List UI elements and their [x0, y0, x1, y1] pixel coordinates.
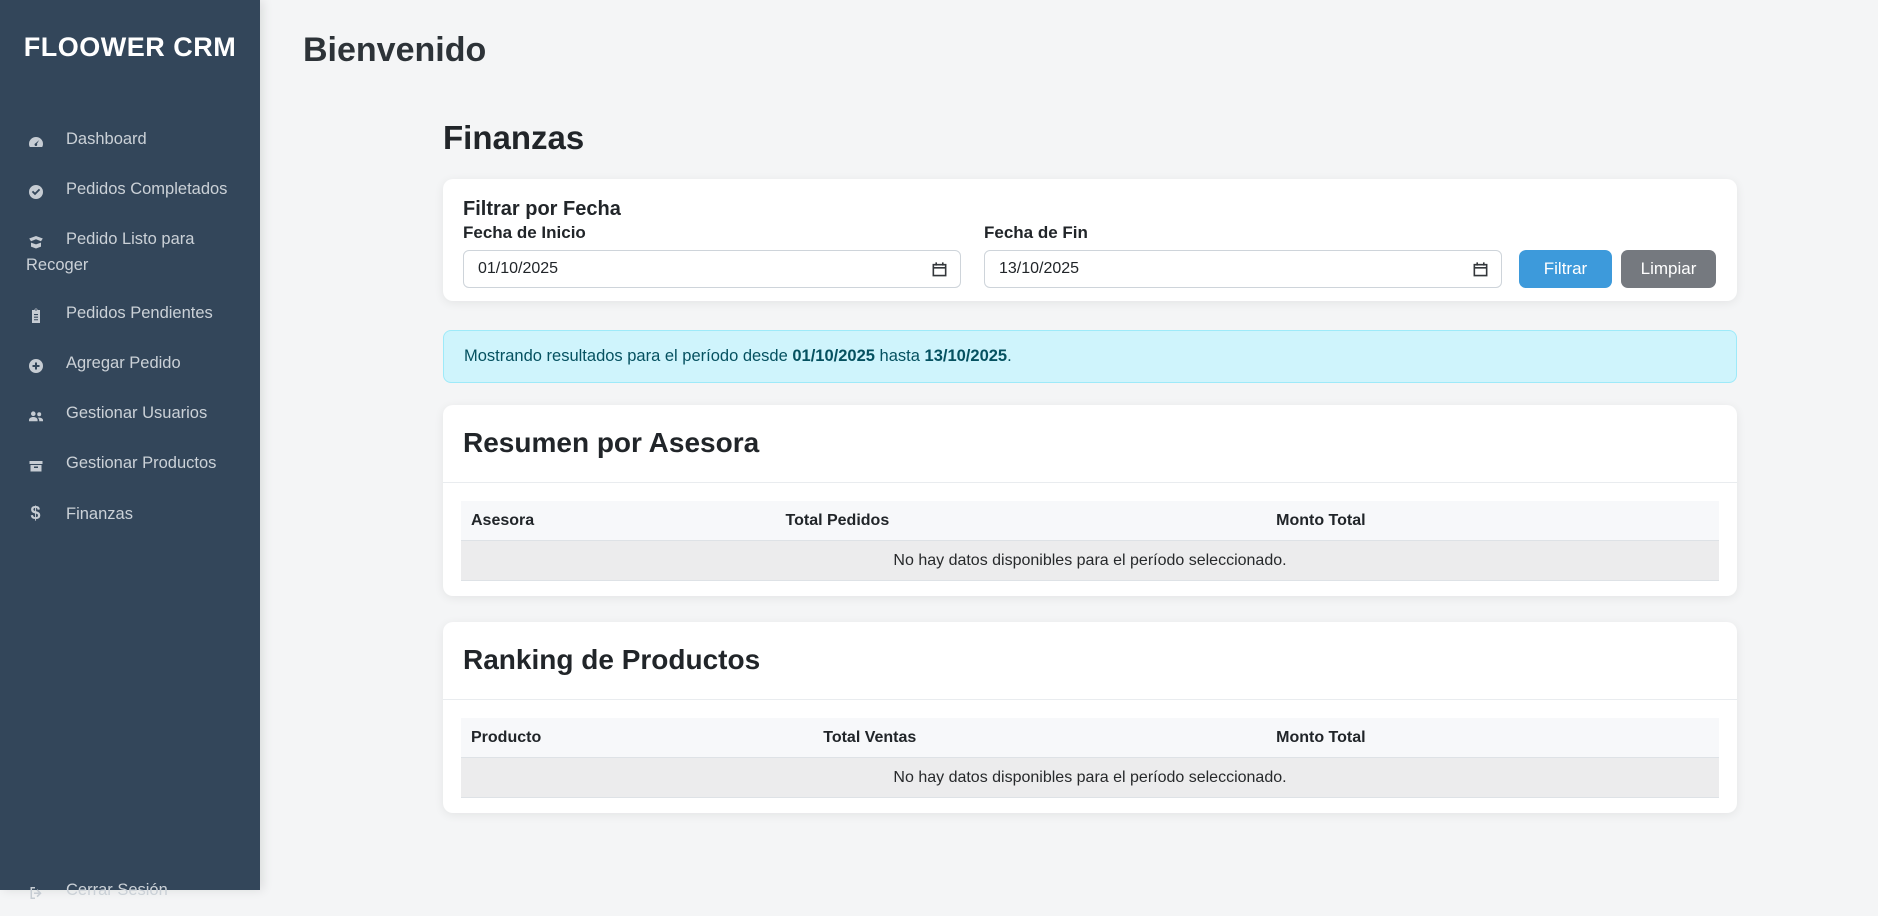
sidebar-item-label: Finanzas	[66, 505, 133, 523]
start-date-label: Fecha de Inicio	[463, 223, 586, 242]
sidebar-item-pedidos-completados[interactable]: Pedidos Completados	[0, 165, 260, 215]
sidebar-nav: Dashboard Pedidos Completados Pedido Lis…	[0, 115, 260, 538]
summary-card: Resumen por Asesora Asesora Total Pedido…	[443, 405, 1737, 596]
sidebar-item-pedido-listo-para-recoger[interactable]: Pedido Listo para Recoger	[0, 215, 260, 289]
gauge-icon	[26, 129, 45, 153]
page-title: Bienvenido	[303, 31, 487, 69]
filter-button[interactable]: Filtrar	[1519, 250, 1612, 288]
column-header-producto: Producto	[461, 718, 814, 758]
end-date-input[interactable]: 13/10/2025	[984, 250, 1502, 288]
sidebar-item-finanzas[interactable]: $ Finanzas	[0, 489, 260, 538]
ranking-card: Ranking de Productos Producto Total Vent…	[443, 622, 1737, 813]
end-date-field: Fecha de Fin 13/10/2025	[984, 223, 1502, 288]
filter-card-title: Filtrar por Fecha	[463, 198, 621, 220]
section-title: Finanzas	[443, 119, 585, 156]
info-alert: Mostrando resultados para el período des…	[443, 330, 1737, 383]
dollar-icon: $	[30, 503, 41, 523]
empty-message: No hay datos disponibles para el período…	[461, 757, 1719, 798]
start-date-field: Fecha de Inicio 01/10/2025	[463, 223, 961, 288]
sign-out-icon	[26, 880, 45, 904]
sidebar-item-label: Pedidos Pendientes	[66, 304, 213, 322]
table-header-row: Asesora Total Pedidos Monto Total	[461, 501, 1719, 541]
sidebar-item-label: Pedido Listo para Recoger	[26, 230, 195, 274]
ranking-card-title: Ranking de Productos	[463, 644, 761, 675]
calendar-icon[interactable]	[1472, 261, 1489, 278]
sidebar-item-gestionar-productos[interactable]: Gestionar Productos	[0, 439, 260, 489]
check-circle-icon	[26, 179, 45, 203]
sidebar-item-label: Dashboard	[66, 130, 147, 148]
summary-card-header: Resumen por Asesora	[443, 405, 1737, 483]
start-date-value: 01/10/2025	[478, 260, 559, 277]
alert-text: .	[1007, 347, 1012, 365]
ranking-card-body: Producto Total Ventas Monto Total No hay…	[443, 700, 1737, 813]
start-date-input[interactable]: 01/10/2025	[463, 250, 961, 288]
sidebar-item-label: Pedidos Completados	[66, 180, 228, 198]
column-header-monto-total: Monto Total	[1266, 718, 1719, 758]
app-title: FLOOWER CRM	[23, 32, 237, 62]
alert-text: Mostrando resultados para el período des…	[464, 347, 793, 365]
column-header-total-pedidos: Total Pedidos	[775, 501, 1267, 541]
alert-start-date: 01/10/2025	[792, 347, 875, 365]
box-icon	[26, 453, 45, 477]
filter-row: Fecha de Inicio 01/10/2025 Fecha de Fin …	[463, 223, 1717, 288]
column-header-monto-total: Monto Total	[1266, 501, 1719, 541]
end-date-value: 13/10/2025	[999, 260, 1080, 277]
sidebar-item-logout[interactable]: Cerrar Sesión	[0, 866, 260, 916]
finanzas-container: Finanzas Filtrar por Fecha Fecha de Inic…	[443, 118, 1737, 813]
sidebar-item-label: Cerrar Sesión	[66, 881, 168, 899]
end-date-label: Fecha de Fin	[984, 223, 1088, 242]
column-header-asesora: Asesora	[461, 501, 776, 541]
main-content: Bienvenido Finanzas Filtrar por Fecha Fe…	[260, 0, 1878, 890]
alert-text: hasta	[874, 347, 925, 365]
table-empty-row: No hay datos disponibles para el período…	[461, 757, 1719, 798]
sidebar-item-pedidos-pendientes[interactable]: Pedidos Pendientes	[0, 289, 260, 339]
alert-end-date: 13/10/2025	[924, 347, 1008, 365]
sidebar-item-agregar-pedido[interactable]: Agregar Pedido	[0, 339, 260, 389]
ranking-table: Producto Total Ventas Monto Total No hay…	[461, 718, 1719, 798]
table-header-row: Producto Total Ventas Monto Total	[461, 718, 1719, 758]
sidebar-item-label: Agregar Pedido	[66, 354, 181, 372]
clipboard-icon	[26, 303, 45, 327]
column-header-total-ventas: Total Ventas	[813, 718, 1267, 758]
sidebar-item-label: Gestionar Usuarios	[66, 404, 208, 422]
empty-message: No hay datos disponibles para el período…	[461, 540, 1719, 581]
sidebar-item-dashboard[interactable]: Dashboard	[0, 115, 260, 165]
sidebar: FLOOWER CRM Dashboard Pedidos Completado…	[0, 0, 260, 899]
calendar-icon[interactable]	[931, 261, 948, 278]
summary-table: Asesora Total Pedidos Monto Total No hay…	[461, 501, 1719, 581]
users-icon	[26, 403, 45, 427]
box-open-icon	[26, 229, 45, 253]
sidebar-item-label: Gestionar Productos	[66, 454, 217, 472]
summary-card-body: Asesora Total Pedidos Monto Total No hay…	[443, 483, 1737, 596]
filter-card: Filtrar por Fecha Fecha de Inicio 01/10/…	[443, 179, 1737, 301]
sidebar-item-gestionar-usuarios[interactable]: Gestionar Usuarios	[0, 389, 260, 439]
clear-button[interactable]: Limpiar	[1621, 250, 1716, 288]
summary-card-title: Resumen por Asesora	[463, 427, 760, 458]
plus-circle-icon	[26, 353, 45, 377]
ranking-card-header: Ranking de Productos	[443, 622, 1737, 700]
table-empty-row: No hay datos disponibles para el período…	[461, 540, 1719, 581]
